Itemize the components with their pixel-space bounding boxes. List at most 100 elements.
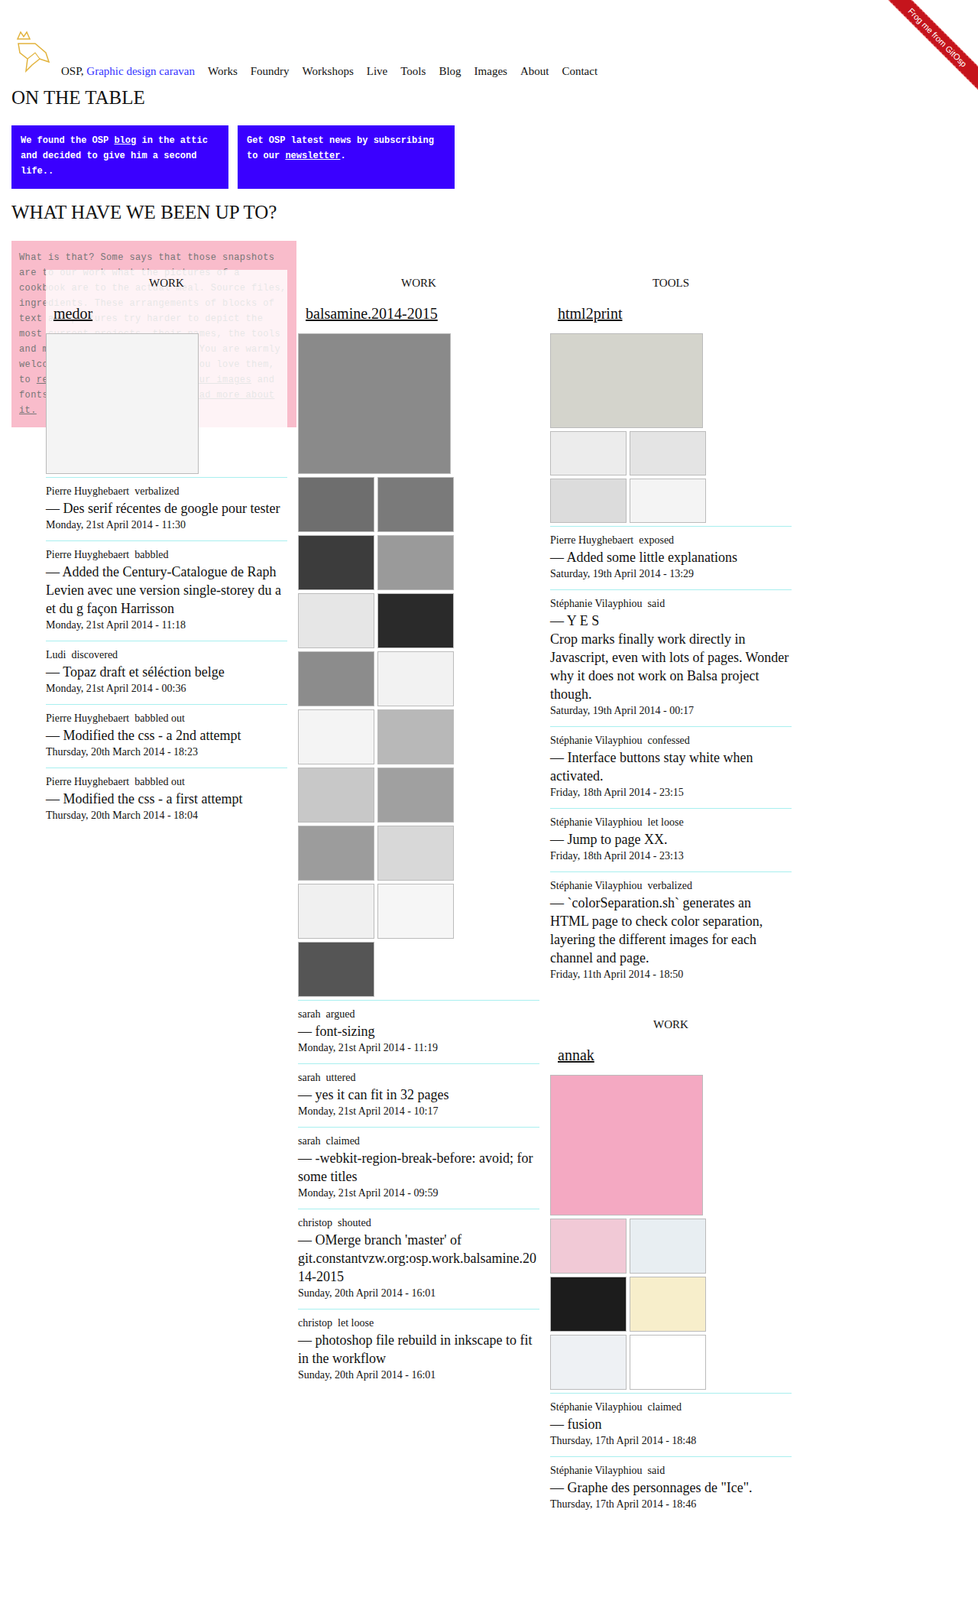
commit-verb: claimed — [326, 1134, 360, 1147]
snapshot[interactable] — [550, 1074, 703, 1215]
snapshot[interactable] — [377, 883, 454, 939]
snapshot[interactable] — [550, 333, 703, 428]
snapshot-fill — [298, 593, 374, 648]
nav-link[interactable]: Images — [474, 63, 508, 79]
commit-message: — Added some little explanations — [550, 547, 792, 567]
commit-message: — Topaz draft et séléction belge — [45, 662, 288, 681]
commit-verb: confessed — [647, 734, 690, 746]
news-boxes: We found the OSP blog in the attic and d… — [0, 125, 978, 189]
snapshot[interactable] — [297, 333, 451, 474]
commit-entry: Ludi discovered— Topaz draft et séléctio… — [45, 640, 288, 704]
project-section: WORK medor Pierre Huyghebaert verbalized — … — [45, 269, 288, 831]
commit-byline: Ludi discovered — [45, 647, 288, 663]
commit-date: Thursday, 20th March 2014 - 18:23 — [45, 744, 288, 760]
nav-link[interactable]: Workshops — [302, 63, 354, 79]
commit-entry: Stéphanie Vilayphiou let loose— Jump to … — [550, 807, 792, 872]
snapshot-fill — [298, 477, 374, 532]
commit-author: Stéphanie Vilayphiou — [550, 879, 643, 891]
snapshot-fill — [46, 333, 198, 473]
snapshot[interactable] — [377, 709, 454, 765]
snapshot-fill — [298, 942, 374, 996]
commit-byline: Stéphanie Vilayphiou confessed — [550, 732, 792, 749]
inline-link[interactable]: newsletter — [284, 150, 341, 162]
activity-column: WORK medor Pierre Huyghebaert verbalized — … — [45, 269, 288, 831]
commit-message: — Graphe des personnages de "Ice". — [550, 1477, 792, 1497]
snapshot[interactable] — [550, 430, 627, 476]
osp-logo-icon[interactable] — [15, 29, 52, 73]
snapshot[interactable] — [377, 592, 454, 648]
snapshot[interactable] — [297, 825, 375, 881]
commit-author: Stéphanie Vilayphiou — [550, 816, 643, 828]
snapshot-collage — [550, 1074, 711, 1390]
snapshot[interactable] — [550, 1275, 627, 1331]
commit-message: — Interface buttons stay white when acti… — [550, 748, 792, 785]
commit-author: sarah — [297, 1071, 321, 1083]
snapshot[interactable] — [377, 534, 454, 590]
main-nav: OSP, Graphic design caravan Works Foundry W… — [61, 63, 598, 79]
snapshot[interactable] — [297, 592, 375, 648]
commit-entry: christop let loose— photoshop file rebui… — [297, 1308, 540, 1390]
commit-date: Friday, 18th April 2014 - 23:15 — [550, 784, 792, 800]
commit-message: — Added the Century-Catalogue de Raph Le… — [45, 562, 288, 618]
snapshot[interactable] — [297, 883, 375, 939]
commit-author: christop — [297, 1316, 333, 1328]
snapshot-fill — [298, 535, 374, 590]
snapshot-fill — [630, 1218, 706, 1273]
section-label: WORK — [45, 269, 288, 291]
snapshot[interactable] — [297, 767, 375, 823]
nav-link[interactable]: Works — [207, 63, 238, 79]
nav-link[interactable]: Foundry — [250, 63, 290, 79]
nav-link[interactable]: Tools — [400, 63, 426, 79]
snapshot[interactable] — [550, 478, 627, 523]
commit-date: Monday, 21st April 2014 - 11:30 — [45, 517, 288, 533]
nav-link[interactable]: Blog — [438, 63, 461, 79]
section-label: WORK — [550, 1010, 792, 1032]
commit-message: — photoshop file rebuild in inkscape to … — [297, 1330, 540, 1367]
snapshot[interactable] — [297, 941, 375, 997]
project-title[interactable]: annak — [557, 1045, 595, 1064]
snapshot[interactable] — [629, 478, 706, 523]
commit-message: — `colorSeparation.sh` generates an HTML… — [550, 893, 792, 967]
snapshot-fill — [550, 333, 703, 428]
snapshot[interactable] — [377, 650, 454, 706]
commit-author: Pierre Huyghebaert — [45, 712, 130, 724]
nav-link[interactable]: Live — [366, 63, 389, 79]
snapshot[interactable] — [377, 767, 454, 823]
commit-entry: Pierre Huyghebaert babbled out— Modified… — [45, 703, 288, 768]
tagline-link[interactable]: Graphic design caravan — [86, 64, 195, 78]
snapshot[interactable] — [629, 1217, 706, 1273]
snapshot-fill — [298, 709, 374, 764]
snapshot[interactable] — [297, 476, 375, 532]
snapshot[interactable] — [629, 1334, 706, 1390]
snapshot[interactable] — [550, 1334, 627, 1390]
commit-verb: claimed — [647, 1400, 682, 1412]
commit-byline: Pierre Huyghebaert exposed — [550, 532, 792, 548]
commit-entry: sarah claimed— -webkit-region-break-befo… — [297, 1126, 540, 1208]
inline-link[interactable]: blog — [113, 135, 137, 146]
fork-ribbon[interactable]: Frog me from GitOsp — [874, 0, 978, 101]
nav-link[interactable]: About — [520, 63, 550, 79]
snapshot[interactable] — [377, 825, 454, 881]
snapshot[interactable] — [629, 1275, 706, 1331]
section-label: WORK — [297, 269, 540, 291]
brand-name: OSP, — [61, 64, 85, 78]
nav-link[interactable]: Contact — [561, 63, 598, 79]
project-title[interactable]: balsamine.2014-2015 — [305, 304, 438, 323]
snapshot[interactable] — [629, 430, 706, 476]
snapshot[interactable] — [297, 709, 375, 765]
project-title[interactable]: html2print — [557, 304, 622, 323]
commit-date: Monday, 21st April 2014 - 00:36 — [45, 680, 288, 697]
snapshot[interactable] — [45, 333, 199, 474]
commit-message: — Y E S Crop marks finally work directly… — [550, 611, 792, 703]
commit-author: sarah — [297, 1134, 321, 1147]
commit-entry: Pierre Huyghebaert babbled— Added the Ce… — [45, 540, 288, 641]
snapshot[interactable] — [377, 476, 454, 532]
commit-date: Sunday, 20th April 2014 - 16:01 — [297, 1285, 540, 1301]
snapshot[interactable] — [550, 1217, 627, 1273]
commit-verb: verbalized — [134, 485, 179, 497]
commit-verb: shouted — [337, 1216, 372, 1228]
snapshot[interactable] — [297, 534, 375, 590]
project-title[interactable]: medor — [53, 304, 93, 323]
snapshot[interactable] — [297, 650, 375, 706]
commit-byline: Stéphanie Vilayphiou said — [550, 1462, 792, 1478]
